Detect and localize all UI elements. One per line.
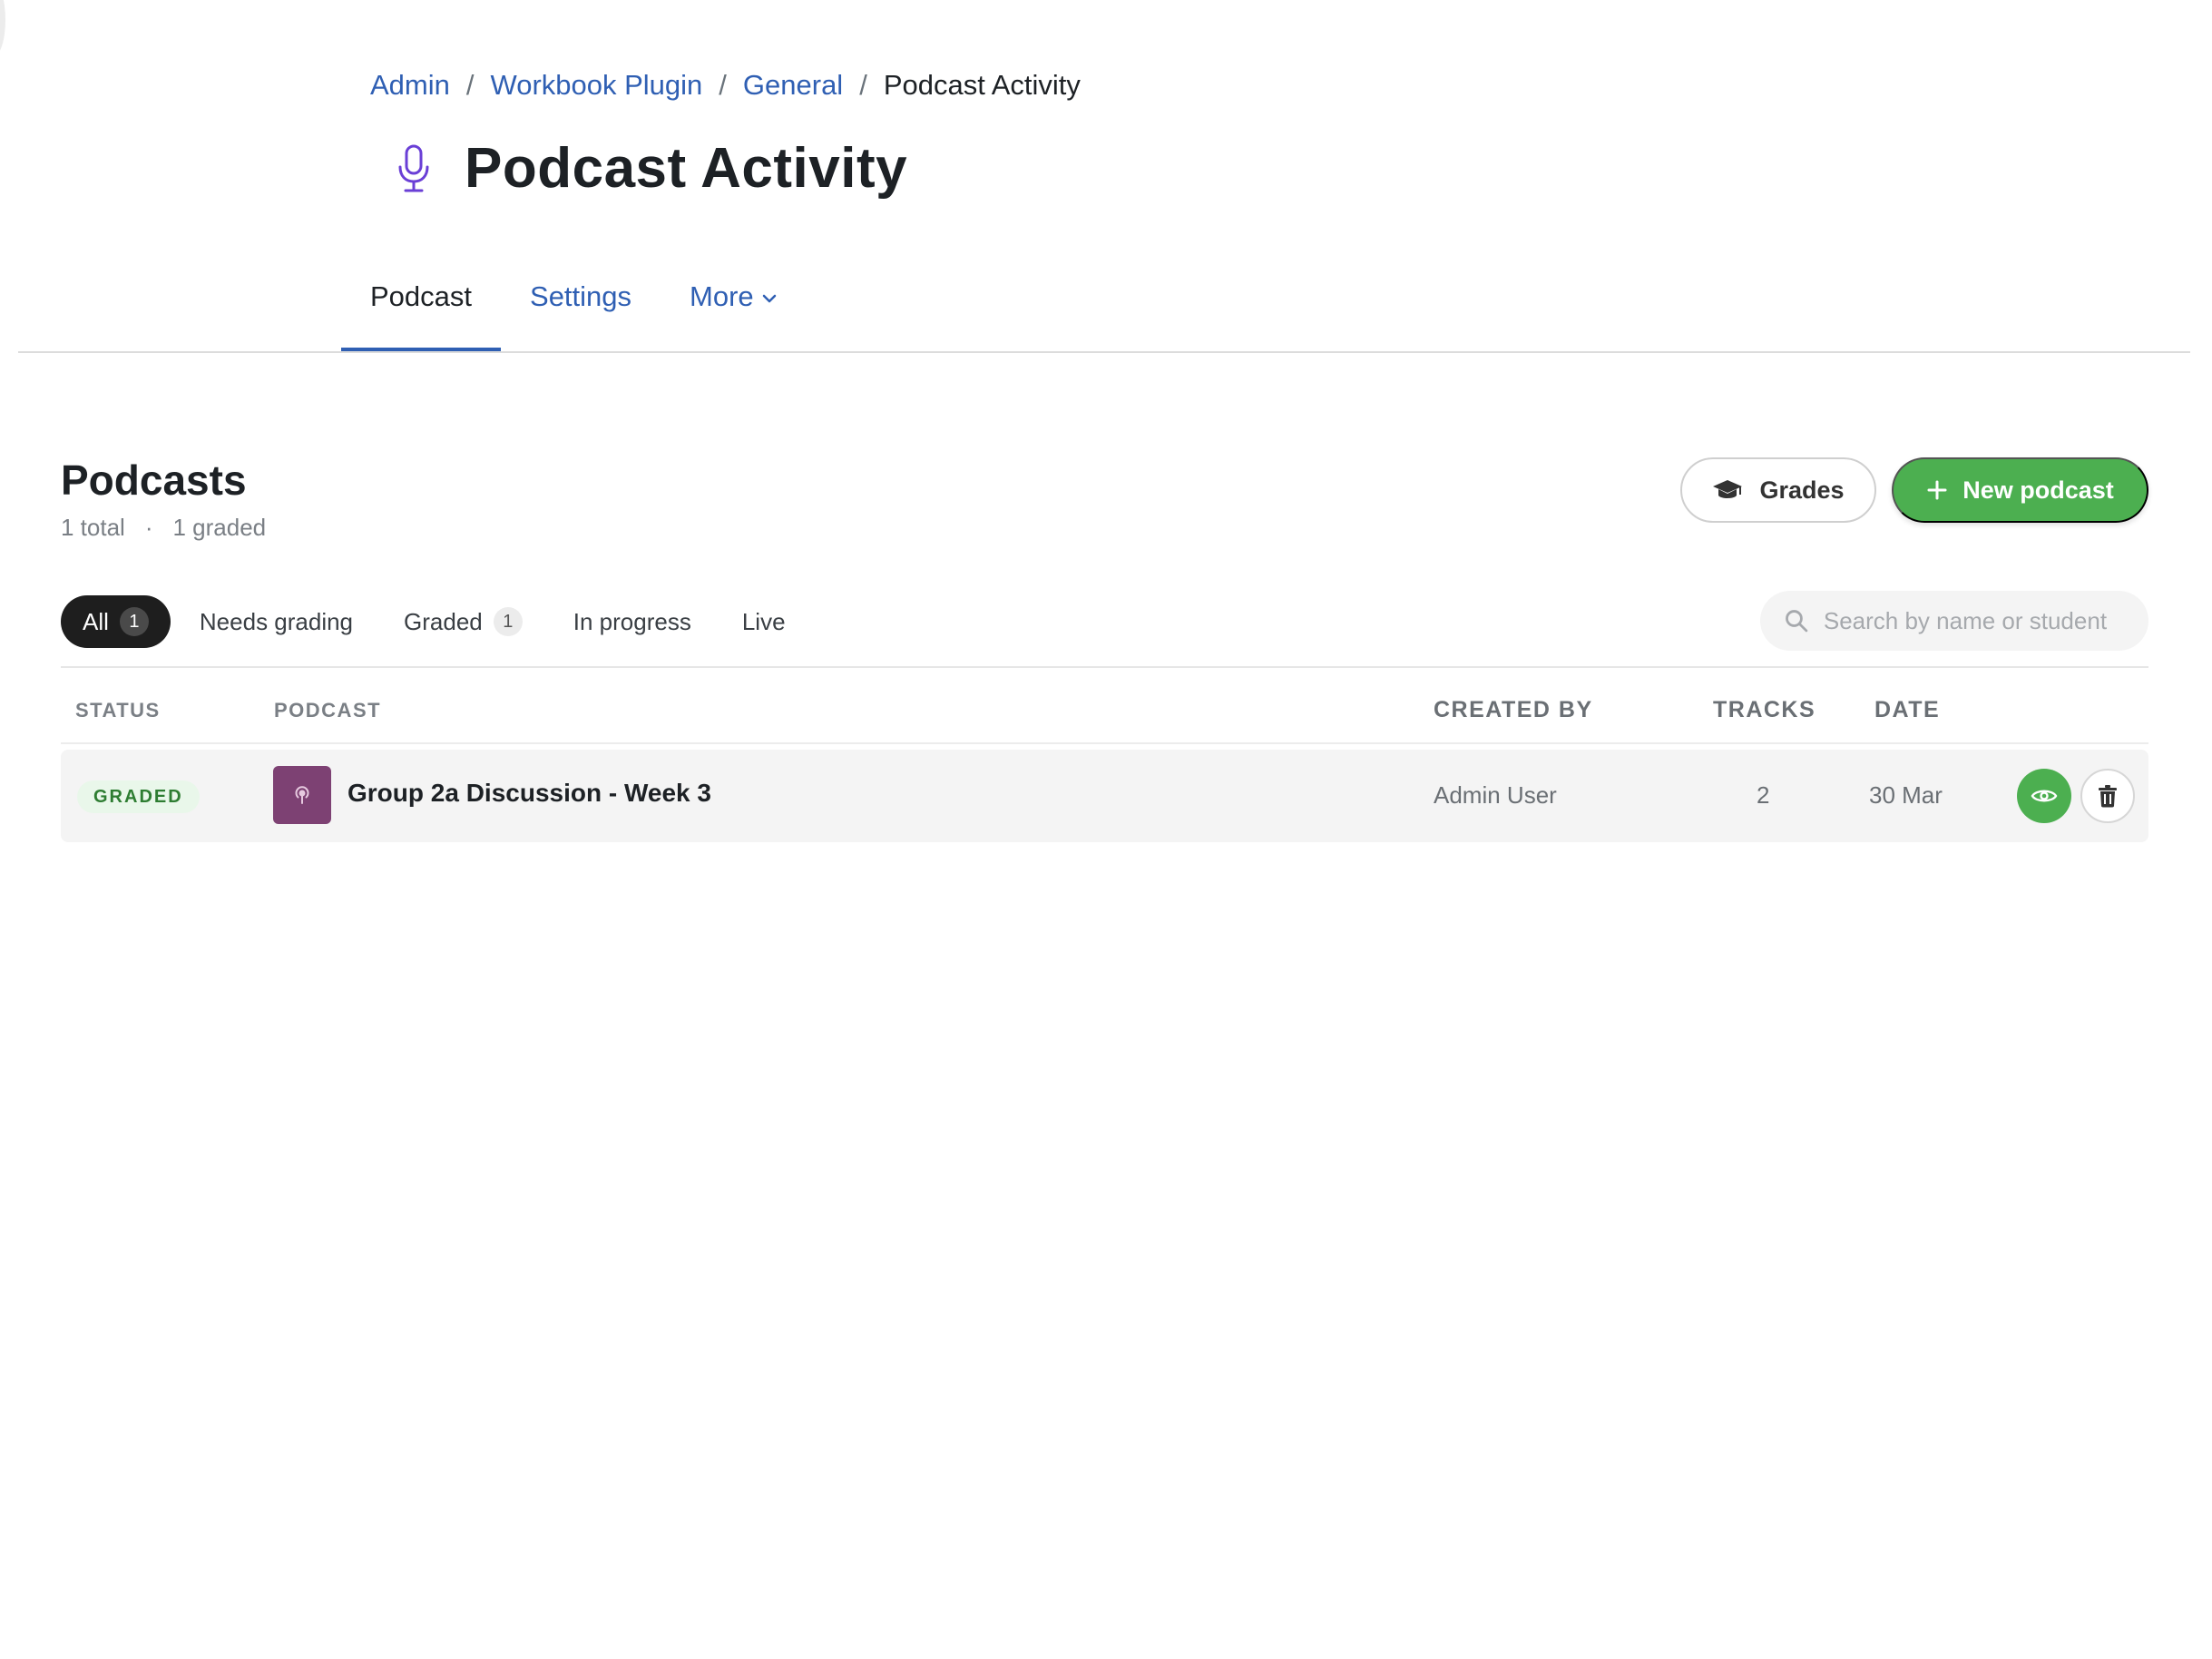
breadcrumb-admin[interactable]: Admin xyxy=(370,67,450,103)
total-count: 1 total xyxy=(61,514,125,541)
eye-icon xyxy=(2031,790,2058,802)
tab-podcast[interactable]: Podcast xyxy=(341,268,502,353)
breadcrumb-workbook-plugin[interactable]: Workbook Plugin xyxy=(491,67,703,103)
tabs-divider xyxy=(18,351,2190,353)
created-by-cell: Admin User xyxy=(1434,781,1557,809)
podcast-thumbnail xyxy=(273,766,331,824)
tab-label: Settings xyxy=(530,280,632,312)
table-row[interactable]: GRADED Group 2a Discussion - Week 3 Admi… xyxy=(61,750,2148,842)
search-input[interactable] xyxy=(1823,606,2148,635)
filter-label: Needs grading xyxy=(199,607,354,635)
microphone-icon xyxy=(398,144,429,191)
breadcrumb-separator: / xyxy=(719,69,727,101)
plus-icon xyxy=(1927,480,1947,500)
breadcrumb-separator: / xyxy=(859,69,867,101)
column-header-date: DATE xyxy=(1874,697,1941,722)
column-header-tracks: TRACKS xyxy=(1713,697,1816,722)
tab-label: More xyxy=(690,280,754,312)
filter-bar: All 1 Needs grading Graded 1 In progress… xyxy=(61,595,815,648)
tracks-cell: 2 xyxy=(1757,781,1770,809)
grades-label: Grades xyxy=(1759,476,1845,504)
filter-label: Graded xyxy=(404,607,483,635)
search-box xyxy=(1760,591,2148,651)
filter-graded[interactable]: Graded 1 xyxy=(382,595,544,648)
grades-button[interactable]: Grades xyxy=(1680,457,1876,523)
search-icon xyxy=(1786,610,1808,633)
date-cell: 30 Mar xyxy=(1869,781,1943,809)
podcast-icon xyxy=(295,786,309,804)
new-podcast-button[interactable]: New podcast xyxy=(1892,457,2148,523)
column-header-podcast: PODCAST xyxy=(274,699,382,722)
table-header-divider xyxy=(61,742,2148,744)
page-title: Podcast Activity xyxy=(465,137,908,200)
view-button[interactable] xyxy=(2017,769,2071,823)
podcast-name[interactable]: Group 2a Discussion - Week 3 xyxy=(347,779,711,808)
tab-settings[interactable]: Settings xyxy=(501,268,661,353)
tab-label: Podcast xyxy=(370,280,473,312)
filters-divider xyxy=(61,666,2148,668)
filter-label: In progress xyxy=(573,607,691,635)
delete-button[interactable] xyxy=(2080,769,2135,823)
tab-more[interactable]: More xyxy=(661,268,807,353)
filter-needs-grading[interactable]: Needs grading xyxy=(178,595,375,648)
filter-count-badge: 1 xyxy=(493,607,523,636)
page-header: Podcast Activity xyxy=(396,136,907,201)
summary-separator: · xyxy=(144,514,153,541)
filter-label: All xyxy=(83,607,109,635)
corner-decoration xyxy=(0,0,5,56)
section-summary: 1 total · 1 graded xyxy=(61,514,266,542)
breadcrumb-current: Podcast Activity xyxy=(883,69,1081,101)
graduation-cap-icon xyxy=(1713,480,1743,498)
filter-label: Live xyxy=(741,607,786,635)
filter-count-badge: 1 xyxy=(119,607,149,636)
filter-in-progress[interactable]: In progress xyxy=(552,595,713,648)
filter-live[interactable]: Live xyxy=(720,595,807,648)
new-podcast-label: New podcast xyxy=(1962,476,2114,504)
graded-count: 1 graded xyxy=(172,514,267,541)
section-title: Podcasts xyxy=(61,456,247,504)
trash-icon xyxy=(2099,785,2117,808)
breadcrumb-general[interactable]: General xyxy=(743,67,843,103)
column-header-status: STATUS xyxy=(75,699,161,722)
breadcrumb-separator: / xyxy=(465,69,475,101)
column-header-created-by: CREATED BY xyxy=(1434,697,1593,722)
tab-bar: Podcast Settings More xyxy=(341,268,807,353)
status-badge: GRADED xyxy=(77,780,200,813)
breadcrumb: Admin / Workbook Plugin / General / Podc… xyxy=(370,67,1081,103)
chevron-down-icon xyxy=(762,294,776,303)
filter-all[interactable]: All 1 xyxy=(61,595,171,648)
